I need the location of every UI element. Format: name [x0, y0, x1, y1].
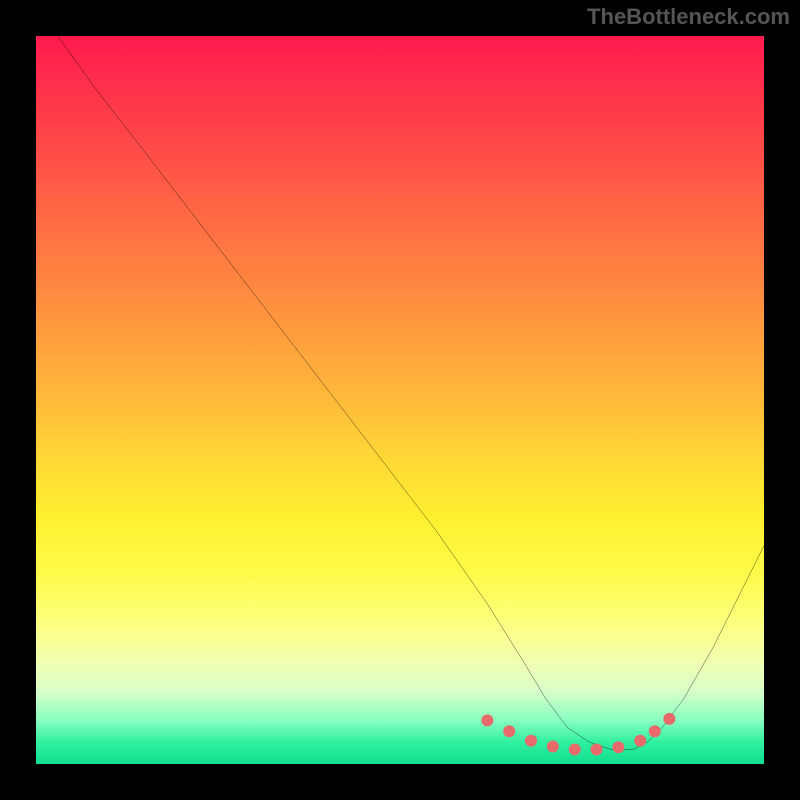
sweet-spot-marker — [503, 725, 515, 737]
sweet-spot-marker — [547, 741, 559, 753]
chart-container: TheBottleneck.com — [0, 0, 800, 800]
sweet-spot-marker — [569, 743, 581, 755]
sweet-spot-marker — [591, 743, 603, 755]
sweet-spot-marker — [481, 714, 493, 726]
sweet-spot-markers — [481, 713, 675, 756]
sweet-spot-marker — [663, 713, 675, 725]
plot-area — [36, 36, 764, 764]
curve-layer — [36, 36, 764, 764]
sweet-spot-marker — [649, 725, 661, 737]
sweet-spot-marker — [634, 735, 646, 747]
sweet-spot-marker — [612, 741, 624, 753]
watermark-label: TheBottleneck.com — [587, 4, 790, 30]
sweet-spot-marker — [525, 735, 537, 747]
main-curve-line — [58, 36, 764, 749]
